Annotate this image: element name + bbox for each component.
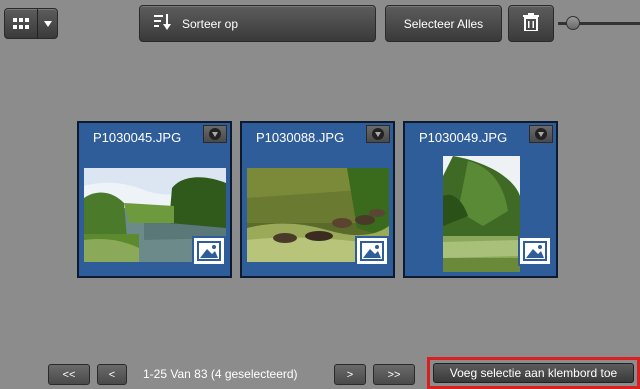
image-type-icon (192, 236, 226, 266)
next-page-button[interactable]: > (334, 364, 366, 385)
first-page-button[interactable]: << (48, 364, 90, 385)
trash-icon (523, 13, 539, 34)
view-toggle-button[interactable] (4, 8, 58, 39)
photo-card[interactable]: P1030088.JPG (240, 121, 395, 278)
photo-thumbnail[interactable] (443, 156, 520, 272)
chevron-down-icon (535, 128, 547, 140)
delete-button[interactable] (508, 5, 554, 42)
sort-label: Sorteer op (182, 16, 239, 31)
prev-page-button[interactable]: < (97, 364, 127, 385)
sort-icon (154, 14, 172, 33)
image-type-icon (355, 236, 389, 266)
select-all-button[interactable]: Selecteer Alles (385, 5, 502, 42)
card-menu-button[interactable] (366, 125, 390, 143)
grid-icon (5, 9, 38, 38)
photo-filename: P1030088.JPG (256, 130, 345, 145)
photo-filename: P1030045.JPG (93, 130, 182, 145)
pagination-status: 1-25 Van 83 (4 geselecteerd) (143, 367, 298, 381)
sort-button[interactable]: Sorteer op (139, 5, 376, 42)
copy-selection-button[interactable]: Voeg selectie aan klembord toe (433, 363, 634, 383)
photo-filename: P1030049.JPG (419, 130, 508, 145)
card-menu-button[interactable] (529, 125, 553, 143)
last-page-button[interactable]: >> (373, 364, 415, 385)
zoom-slider-handle[interactable] (566, 16, 580, 30)
photo-card[interactable]: P1030045.JPG (77, 121, 232, 278)
copy-selection-highlight: Voeg selectie aan klembord toe (427, 357, 640, 389)
chevron-down-icon (372, 128, 384, 140)
chevron-down-icon (209, 128, 221, 140)
image-type-icon (518, 236, 552, 266)
chevron-down-icon (38, 20, 57, 27)
photo-card[interactable]: P1030049.JPG (403, 121, 558, 278)
card-menu-button[interactable] (203, 125, 227, 143)
